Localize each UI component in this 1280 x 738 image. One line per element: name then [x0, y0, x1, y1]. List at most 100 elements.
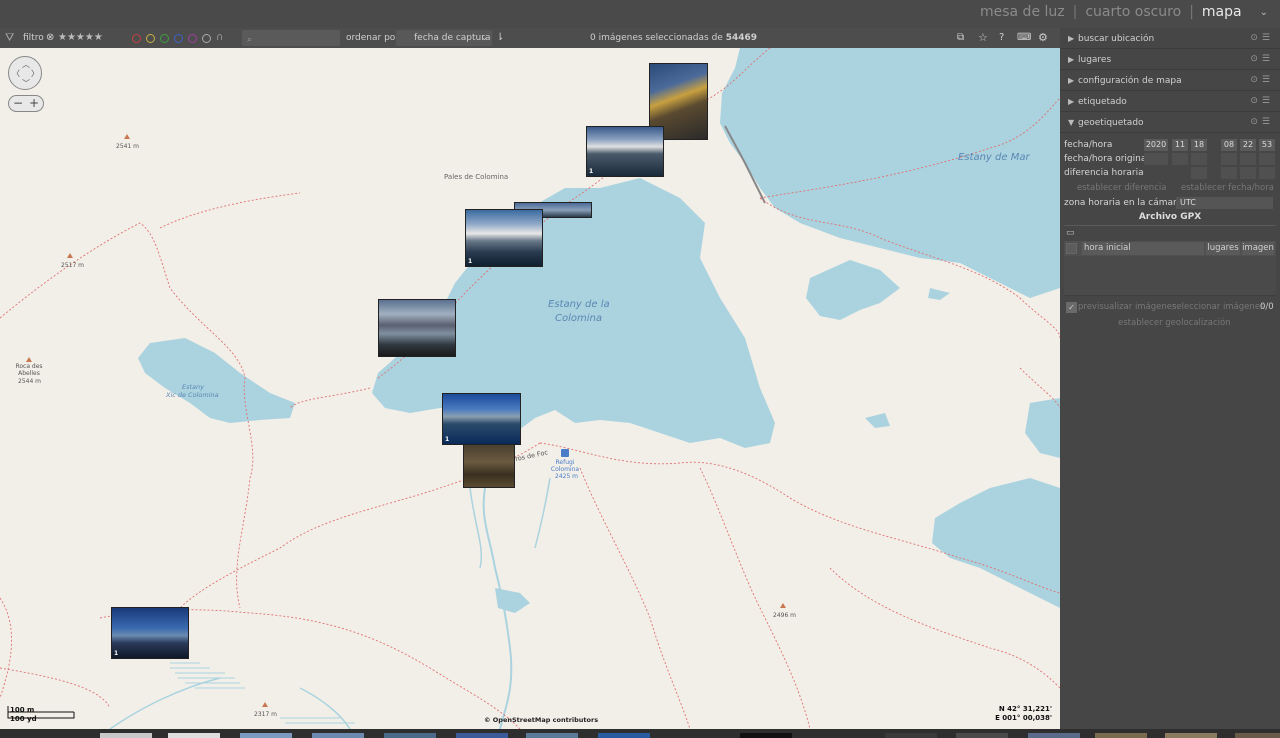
reset-presets-icon[interactable]: ⊙☰: [1250, 91, 1274, 112]
photo-thumbnail[interactable]: 1: [586, 126, 664, 177]
col-places[interactable]: lugares: [1206, 242, 1240, 255]
filmstrip-thumb[interactable]: [885, 733, 937, 738]
photo-thumbnail[interactable]: 1: [111, 607, 189, 659]
yellow-label-icon[interactable]: [146, 33, 155, 43]
reset-presets-icon[interactable]: ⊙☰: [1250, 49, 1274, 70]
offset-second-field[interactable]: [1259, 167, 1275, 179]
photo-thumbnail[interactable]: [463, 444, 515, 488]
filmstrip-thumb[interactable]: [956, 733, 1008, 738]
second-field[interactable]: 53: [1259, 139, 1275, 151]
grouping-icon[interactable]: ⧉: [957, 28, 964, 48]
apply-geolocation-button[interactable]: establecer geolocalización: [1118, 316, 1231, 330]
coords-lon: E 001° 00,038': [995, 714, 1052, 722]
pan-up-icon[interactable]: ︿: [22, 59, 30, 70]
offset-minute-field[interactable]: [1240, 167, 1256, 179]
expand-icon: ▶: [1068, 55, 1075, 64]
original-minute-field: [1240, 153, 1256, 165]
day-field[interactable]: 18: [1191, 139, 1207, 151]
purple-label-icon[interactable]: [188, 33, 197, 43]
preview-images-checkbox[interactable]: ✓: [1066, 302, 1077, 313]
chevron-down-icon[interactable]: ⌄: [1260, 7, 1268, 18]
set-datetime-button[interactable]: establecer fecha/hora: [1181, 181, 1274, 195]
filmstrip-thumb[interactable]: [100, 733, 152, 738]
filmstrip-thumb[interactable]: [240, 733, 292, 738]
module-lugares[interactable]: ▶ lugares ⊙☰: [1060, 49, 1280, 70]
star-icon[interactable]: ☆: [978, 28, 988, 48]
gear-icon[interactable]: ⚙: [1038, 28, 1048, 48]
pan-left-icon[interactable]: 〈: [12, 68, 20, 79]
folder-icon[interactable]: ▭: [1066, 228, 1075, 238]
module-label: lugares: [1078, 55, 1112, 65]
blue-label-icon[interactable]: [174, 33, 183, 43]
sort-select[interactable]: fecha de captura ⌄: [396, 30, 492, 46]
reset-presets-icon[interactable]: ⊙☰: [1250, 112, 1274, 133]
gpx-table-body: [1064, 256, 1276, 296]
timezone-input[interactable]: UTC: [1176, 197, 1273, 209]
sort-label: ordenar por: [346, 33, 399, 43]
photo-thumbnail[interactable]: [378, 299, 456, 357]
view-darkroom[interactable]: cuarto oscuro: [1085, 4, 1181, 20]
label-pales: Pales de Colomina: [444, 173, 509, 181]
set-offset-button[interactable]: establecer diferencia: [1077, 181, 1166, 195]
filmstrip-thumb[interactable]: [740, 733, 792, 738]
original-day-field: [1191, 153, 1207, 165]
filmstrip-thumb[interactable]: [1235, 733, 1280, 738]
map-attribution[interactable]: © OpenStreetMap contributors: [484, 716, 598, 724]
hour-field[interactable]: 08: [1221, 139, 1237, 151]
offset-day-field[interactable]: [1191, 167, 1207, 179]
year-field[interactable]: 2020: [1144, 139, 1168, 151]
reset-presets-icon[interactable]: ⊙☰: [1250, 70, 1274, 91]
photo-thumbnail[interactable]: 1: [442, 393, 521, 445]
module-geoetiquetado[interactable]: ▼ geoetiquetado ⊙☰: [1060, 112, 1280, 133]
reject-icon[interactable]: ⊗: [46, 28, 54, 48]
filmstrip-thumb[interactable]: [1095, 733, 1147, 738]
arc-icon[interactable]: ∩: [216, 28, 223, 48]
module-configuracion-de-mapa[interactable]: ▶ configuración de mapa ⊙☰: [1060, 70, 1280, 91]
no-label-icon[interactable]: [202, 33, 211, 43]
keyboard-icon[interactable]: ⌨: [1017, 28, 1031, 48]
view-lighttable[interactable]: mesa de luz: [980, 4, 1065, 20]
expand-icon: ▶: [1068, 34, 1075, 43]
map-canvas[interactable]: Pales de Colomina 2541 m 2517 m Roca des…: [0, 48, 1060, 729]
sort-direction-icon[interactable]: ⇂: [496, 28, 504, 48]
help-icon[interactable]: ?: [999, 28, 1004, 48]
search-input[interactable]: ⌕: [242, 30, 340, 46]
label-colomina-2: Colomina: [555, 313, 602, 324]
original-datetime-label: fecha/hora original: [1064, 154, 1149, 164]
module-buscar-ubicacion[interactable]: ▶ buscar ubicación ⊙☰: [1060, 28, 1280, 49]
month-field[interactable]: 11: [1172, 139, 1188, 151]
col-image[interactable]: imagen: [1242, 242, 1274, 255]
filmstrip-thumb[interactable]: [1028, 733, 1080, 738]
photo-thumbnail[interactable]: 1: [465, 209, 543, 267]
reset-presets-icon[interactable]: ⊙☰: [1250, 28, 1274, 49]
filmstrip-thumb[interactable]: [312, 733, 364, 738]
filmstrip-thumb[interactable]: [526, 733, 578, 738]
rating-stars[interactable]: ★★★★★: [58, 28, 103, 48]
color-label-filter[interactable]: ∩: [132, 28, 223, 48]
red-label-icon[interactable]: [132, 33, 141, 43]
col-start-time[interactable]: hora inicial: [1082, 242, 1204, 255]
label-roca-alt: 2544 m: [18, 378, 42, 385]
module-label: buscar ubicación: [1078, 34, 1155, 44]
filmstrip-thumb[interactable]: [384, 733, 436, 738]
zoom-in-icon[interactable]: +: [29, 96, 39, 110]
pan-down-icon[interactable]: ﹀: [22, 78, 30, 89]
filmstrip-thumb[interactable]: [456, 733, 508, 738]
pan-right-icon[interactable]: 〉: [31, 68, 39, 79]
green-label-icon[interactable]: [160, 33, 169, 43]
filmstrip-thumb[interactable]: [168, 733, 220, 738]
scale-yards: 100 yd: [10, 715, 37, 723]
zoom-out-icon[interactable]: −: [13, 96, 23, 110]
filmstrip-thumb[interactable]: [1165, 733, 1217, 738]
offset-hour-field[interactable]: [1221, 167, 1237, 179]
funnel-icon[interactable]: ⛛: [5, 28, 14, 48]
filmstrip-thumb[interactable]: [598, 733, 650, 738]
photo-count: 1: [445, 436, 450, 443]
lake-east-5: [865, 413, 890, 428]
minute-field[interactable]: 22: [1240, 139, 1256, 151]
gpx-select-all-checkbox[interactable]: [1066, 243, 1077, 254]
module-etiquetado[interactable]: ▶ etiquetado ⊙☰: [1060, 91, 1280, 112]
view-map[interactable]: mapa: [1202, 4, 1242, 20]
select-images-button[interactable]: seleccionar imágenes: [1172, 300, 1264, 314]
map-pan-control[interactable]: ︿ ﹀ 〈 〉: [8, 56, 42, 90]
